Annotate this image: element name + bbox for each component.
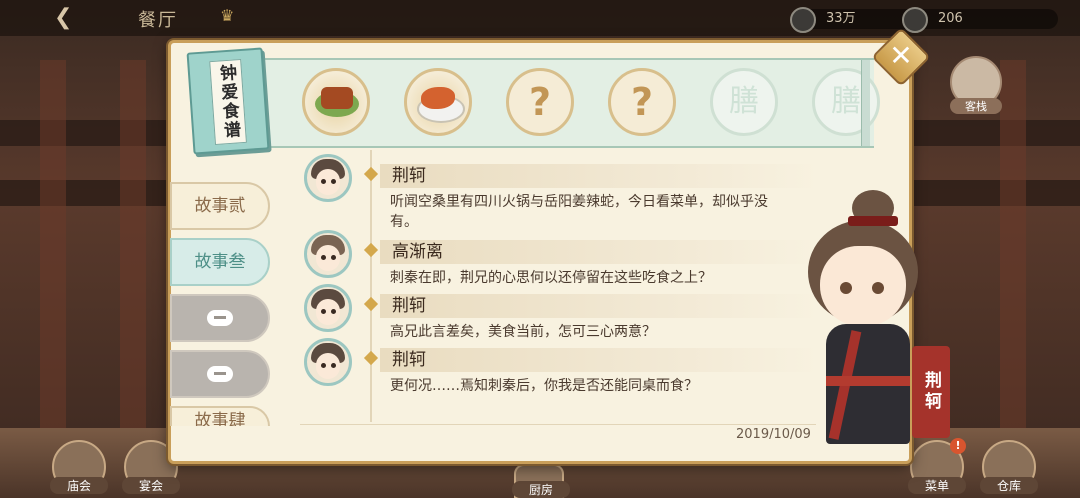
bg-pillar: [1000, 60, 1026, 458]
strip-scroll-rail[interactable]: [861, 60, 870, 146]
bullet-diamond-icon: [363, 350, 379, 366]
menu-label: 菜单: [908, 477, 966, 494]
tab-locked-2[interactable]: [170, 350, 270, 398]
recipe-book-icon: 钟爱食谱: [186, 47, 270, 155]
tab-story-2[interactable]: 故事贰: [170, 182, 270, 230]
kitchen-button[interactable]: 厨房: [512, 464, 570, 498]
question-mark-icon: ?: [528, 80, 552, 124]
temple-fair-label: 庙会: [50, 477, 108, 494]
bg-pillar: [120, 60, 146, 458]
tab-story-3[interactable]: 故事叁: [170, 238, 270, 286]
coin-icon: [790, 7, 816, 33]
bg-pillar: [40, 60, 66, 458]
bullet-diamond-icon: [363, 166, 379, 182]
gem-icon: [902, 7, 928, 33]
gem-value: 206: [938, 11, 963, 26]
currency-value: 33万: [826, 11, 856, 26]
timeline-line: [370, 150, 372, 422]
gaojianli-avatar: [304, 230, 352, 278]
divider: [300, 424, 816, 425]
fish-dish-icon: [421, 87, 455, 109]
dish-slot-2[interactable]: [404, 68, 472, 136]
tab-story-4[interactable]: 故事肆: [170, 406, 270, 426]
alert-badge: !: [950, 438, 966, 454]
jingke-avatar: [304, 154, 352, 202]
speaker-name: 高渐离: [380, 240, 820, 264]
speech-text: 听闻空桑里有四川火锅与岳阳姜辣蛇，今日看菜单，却似乎没有。: [390, 194, 768, 230]
locked-seal-icon: 膳: [729, 84, 759, 119]
storage-button[interactable]: 仓库: [980, 440, 1038, 494]
bullet-diamond-icon: [363, 296, 379, 312]
bullet-diamond-icon: [363, 242, 379, 258]
speech-text: 更何况……焉知刺秦后，你我是否还能同桌而食？: [390, 378, 698, 394]
lock-icon: [207, 366, 233, 382]
dish-slot-5: 膳: [710, 68, 778, 136]
guest-button[interactable]: 客栈: [950, 56, 1002, 114]
jingke-avatar: [304, 338, 352, 386]
back-arrow-icon[interactable]: ❮: [54, 6, 84, 30]
storage-label: 仓库: [980, 477, 1038, 494]
speech-text: 高兄此言差矣，美食当前，怎可三心两意？: [390, 324, 656, 340]
close-icon: ✕: [889, 39, 913, 72]
character-name-banner: 荆轲: [912, 346, 950, 438]
favorite-dish-strip: ? ? 膳 膳: [262, 58, 880, 148]
lock-icon: [207, 310, 233, 326]
kitchen-label: 厨房: [512, 481, 570, 498]
dish-slot-4[interactable]: ?: [608, 68, 676, 136]
jingke-character-illustration: [800, 190, 930, 460]
speaker-name: 荆轲: [380, 164, 820, 188]
top-bar: ❮ 餐厅 ♛ 33万 206: [0, 0, 1080, 36]
banquet-label: 宴会: [122, 477, 180, 494]
question-mark-icon: ?: [630, 80, 654, 124]
dish-slot-3[interactable]: ?: [506, 68, 574, 136]
speech-text: 刺秦在即，荆兄的心思何以还停留在这些吃食之上？: [390, 270, 712, 286]
temple-fair-button[interactable]: 庙会: [50, 440, 108, 494]
braised-meat-dish-icon: [321, 87, 353, 109]
gem-pill[interactable]: 206: [902, 7, 1058, 33]
guest-label: 客栈: [950, 98, 1002, 114]
tab-locked-1[interactable]: [170, 294, 270, 342]
speaker-name: 荆轲: [380, 294, 820, 318]
jingke-avatar: [304, 284, 352, 332]
speaker-name: 荆轲: [380, 348, 820, 372]
page-title: 餐厅: [138, 10, 178, 31]
crown-icon[interactable]: ♛: [220, 6, 244, 28]
dialogue-list: 荆轲 听闻空桑里有四川火锅与岳阳姜辣蛇，今日看菜单，却似乎没有。 高渐离 刺秦在…: [300, 150, 860, 422]
dish-slot-1[interactable]: [302, 68, 370, 136]
recipe-book-title: 钟爱食谱: [209, 58, 247, 146]
